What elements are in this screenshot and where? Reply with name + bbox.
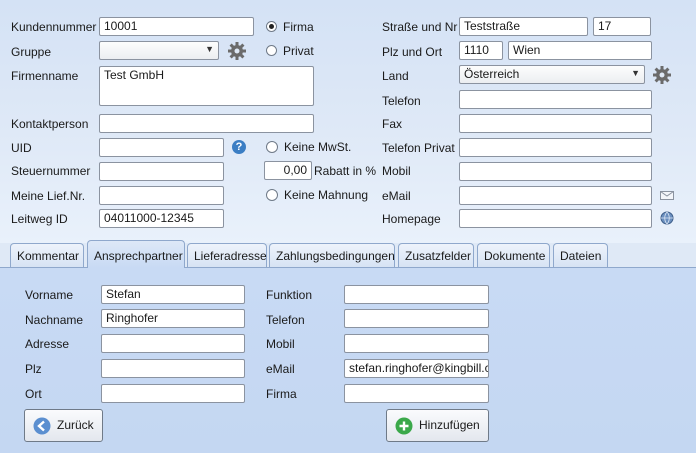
funktion-label: Funktion (266, 288, 313, 302)
homepage-label: Homepage (382, 212, 441, 226)
email-label: eMail (382, 189, 411, 203)
contact-email-field[interactable]: stefan.ringhofer@kingbill.com (344, 359, 489, 378)
mail-icon[interactable] (660, 191, 674, 200)
gruppe-label: Gruppe (11, 45, 52, 59)
plz-field[interactable]: 1110 (459, 41, 503, 60)
leitweg-field[interactable]: 04011000-12345 (99, 209, 224, 228)
mobil-field[interactable] (459, 162, 652, 181)
help-icon[interactable]: ? (232, 140, 246, 154)
contact-email-label: eMail (266, 362, 295, 376)
gear-icon[interactable] (652, 65, 672, 85)
telefon-field[interactable] (459, 90, 652, 109)
lief-nr-label: Meine Lief.Nr. (11, 189, 86, 203)
lief-nr-field[interactable] (99, 186, 224, 205)
contact-firma-label: Firma (266, 387, 297, 401)
leitweg-label: Leitweg ID (11, 212, 68, 226)
contact-mobil-field[interactable] (344, 334, 489, 353)
strasse-field[interactable]: Teststraße (459, 17, 588, 36)
steuernummer-label: Steuernummer (11, 164, 91, 178)
add-button[interactable]: Hinzufügen (386, 409, 489, 442)
globe-icon[interactable] (660, 211, 674, 225)
nachname-label: Nachname (25, 313, 84, 327)
tab-dokumente[interactable]: Dokumente (477, 243, 550, 267)
customer-form: Kundennummer Gruppe Firmenname Kontaktpe… (0, 0, 696, 243)
back-button[interactable]: Zurück (24, 409, 103, 442)
chevron-down-icon: ▼ (205, 44, 214, 54)
tab-ansprechpartner[interactable]: Ansprechpartner (87, 240, 185, 268)
keine-mwst-label: Keine MwSt. (284, 140, 352, 154)
land-value: Österreich (464, 67, 520, 81)
tab-lieferadresse[interactable]: Lieferadresse (187, 243, 267, 267)
nachname-field[interactable]: Ringhofer (101, 309, 245, 328)
funktion-field[interactable] (344, 285, 489, 304)
contact-ort-field[interactable] (101, 384, 245, 403)
contact-mobil-label: Mobil (266, 337, 295, 351)
chevron-down-icon: ▼ (631, 68, 640, 78)
vorname-label: Vorname (25, 288, 74, 302)
kundennummer-label: Kundennummer (11, 20, 97, 34)
firma-radio-label: Firma (283, 20, 314, 34)
uid-field[interactable] (99, 138, 224, 157)
add-button-label: Hinzufügen (419, 418, 480, 432)
telefon-privat-field[interactable] (459, 138, 652, 157)
tab-dateien[interactable]: Dateien (553, 243, 608, 267)
fax-label: Fax (382, 117, 403, 131)
fax-field[interactable] (459, 114, 652, 133)
uid-label: UID (11, 141, 32, 155)
tab-zahlungsbedingungen[interactable]: Zahlungsbedingungen (269, 243, 395, 267)
privat-radio-label: Privat (283, 44, 314, 58)
land-label: Land (382, 69, 409, 83)
email-field[interactable] (459, 186, 652, 205)
tab-kommentar[interactable]: Kommentar (10, 243, 84, 267)
firmenname-field[interactable]: Test GmbH (99, 66, 314, 106)
steuernummer-field[interactable] (99, 162, 224, 181)
contact-telefon-field[interactable] (344, 309, 489, 328)
ort-field[interactable]: Wien (508, 41, 652, 60)
arrow-left-icon (33, 417, 51, 435)
tab-zusatzfelder[interactable]: Zusatzfelder (398, 243, 474, 267)
strasse-label: Straße und Nr (382, 20, 458, 34)
contact-firma-field[interactable] (344, 384, 489, 403)
gruppe-select[interactable]: ▼ (99, 41, 219, 60)
firma-radio[interactable] (266, 21, 277, 32)
back-button-label: Zurück (57, 418, 94, 432)
privat-radio[interactable] (266, 45, 277, 56)
vorname-field[interactable]: Stefan (101, 285, 245, 304)
ansprechpartner-panel: Vorname Nachname Adresse Plz Ort Stefan … (0, 267, 696, 453)
homepage-field[interactable] (459, 209, 652, 228)
firmenname-label: Firmenname (11, 69, 79, 83)
gear-icon[interactable] (227, 41, 247, 61)
kontaktperson-field[interactable] (99, 114, 314, 133)
kundennummer-field[interactable]: 10001 (99, 17, 254, 36)
keine-mahnung-checkbox[interactable] (266, 189, 278, 201)
mobil-label: Mobil (382, 164, 411, 178)
hausnr-field[interactable]: 17 (593, 17, 651, 36)
contact-plz-label: Plz (25, 362, 42, 376)
contact-plz-field[interactable] (101, 359, 245, 378)
keine-mahnung-label: Keine Mahnung (284, 188, 369, 202)
contact-ort-label: Ort (25, 387, 42, 401)
telefon-privat-label: Telefon Privat (382, 141, 455, 155)
rabatt-field[interactable]: 0,00 (264, 161, 312, 180)
adresse-label: Adresse (25, 337, 70, 351)
land-select[interactable]: Österreich ▼ (459, 65, 645, 84)
keine-mwst-checkbox[interactable] (266, 141, 278, 153)
adresse-field[interactable] (101, 334, 245, 353)
plus-icon (395, 417, 413, 435)
contact-telefon-label: Telefon (266, 313, 305, 327)
telefon-label: Telefon (382, 94, 421, 108)
plz-ort-label: Plz und Ort (382, 45, 443, 59)
kontaktperson-label: Kontaktperson (11, 117, 89, 131)
rabatt-label: Rabatt in % (314, 164, 377, 178)
